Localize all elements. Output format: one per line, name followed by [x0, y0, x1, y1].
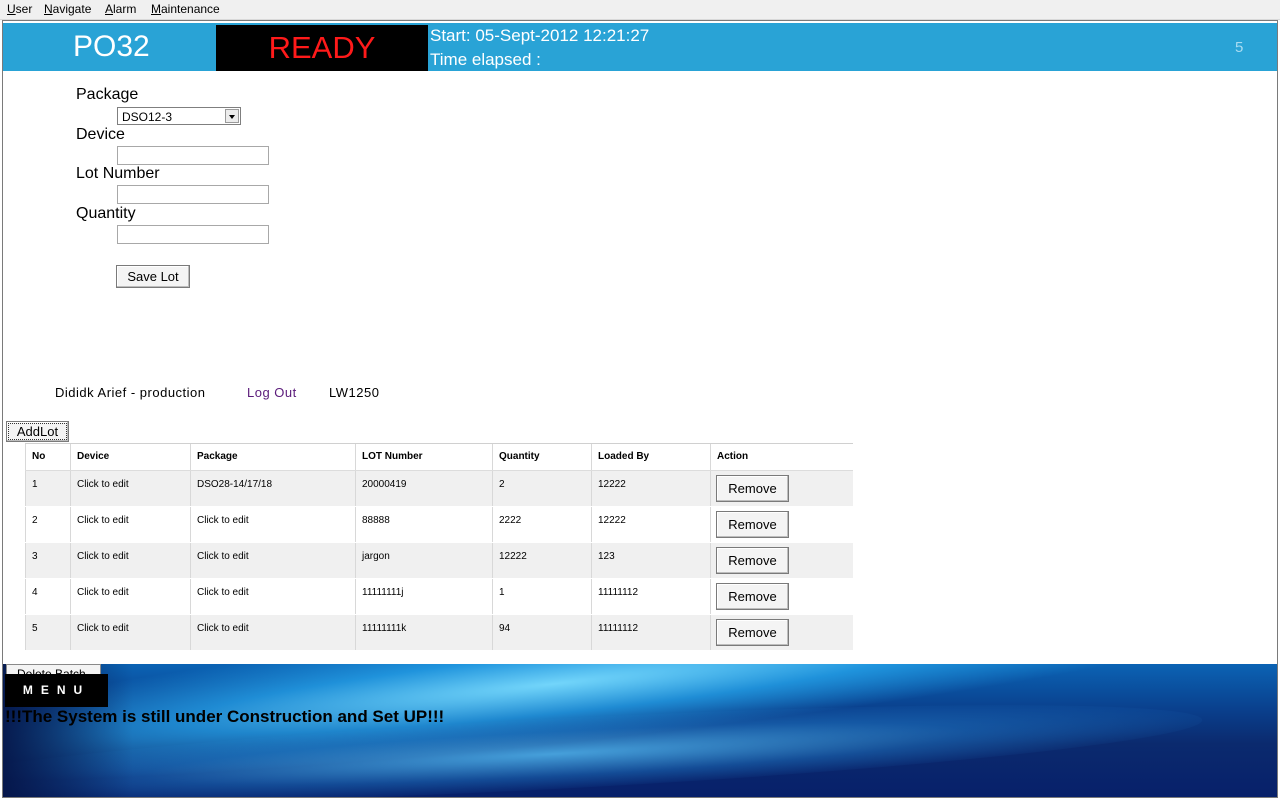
user-name: Dididk Arief - production: [55, 385, 206, 400]
remove-button[interactable]: Remove: [716, 619, 789, 646]
cell-lot-number[interactable]: jargon: [356, 543, 493, 578]
cell-no: 5: [25, 615, 71, 650]
header-cell: Package: [191, 444, 356, 470]
cell-device[interactable]: Click to edit: [71, 543, 191, 578]
menu-navigate[interactable]: Navigate: [44, 2, 91, 16]
table-row: 5 Click to edit Click to edit 11111111k …: [25, 615, 853, 651]
add-lot-button[interactable]: AddLot: [6, 421, 69, 442]
cell-device[interactable]: Click to edit: [71, 471, 191, 506]
header-cell: Loaded By: [592, 444, 711, 470]
cell-action: Remove: [711, 471, 853, 506]
cell-action: Remove: [711, 579, 853, 614]
main-window: PO32 READY Start: 05-Sept-2012 12:21:27 …: [2, 20, 1278, 798]
table-row: 2 Click to edit Click to edit 88888 2222…: [25, 507, 853, 543]
device-label: Device: [76, 126, 125, 143]
menu-maintenance[interactable]: Maintenance: [151, 2, 220, 16]
cell-quantity[interactable]: 1: [493, 579, 592, 614]
cell-no: 4: [25, 579, 71, 614]
cell-loaded-by: 11111112: [592, 579, 711, 614]
package-select-value: DSO12-3: [122, 110, 173, 124]
lot-number-label: Lot Number: [76, 165, 160, 182]
time-elapsed: Time elapsed :: [430, 50, 541, 69]
cell-package[interactable]: DSO28-14/17/18: [191, 471, 356, 506]
cell-loaded-by: 11111112: [592, 615, 711, 650]
cell-package[interactable]: Click to edit: [191, 615, 356, 650]
remove-button[interactable]: Remove: [716, 511, 789, 538]
header-cell: Quantity: [493, 444, 592, 470]
footer-banner: [3, 664, 1277, 797]
menu-alarm[interactable]: Alarm: [105, 2, 136, 16]
header-bar: PO32 READY Start: 05-Sept-2012 12:21:27 …: [3, 23, 1277, 71]
quantity-input[interactable]: [117, 225, 269, 244]
counter-value: 5: [1235, 39, 1244, 56]
table-row: 3 Click to edit Click to edit jargon 122…: [25, 543, 853, 579]
cell-quantity[interactable]: 94: [493, 615, 592, 650]
table-row: 4 Click to edit Click to edit 11111111j …: [25, 579, 853, 615]
cell-action: Remove: [711, 615, 853, 650]
header-cell: Device: [71, 444, 191, 470]
cell-device[interactable]: Click to edit: [71, 615, 191, 650]
table-header-row: No Device Package LOT Number Quantity Lo…: [25, 444, 853, 471]
status-text: READY: [268, 30, 376, 65]
menu-user[interactable]: User: [7, 2, 32, 16]
cell-loaded-by: 12222: [592, 507, 711, 542]
cell-lot-number[interactable]: 88888: [356, 507, 493, 542]
cell-no: 3: [25, 543, 71, 578]
cell-package[interactable]: Click to edit: [191, 543, 356, 578]
construction-notice: !!!The System is still under Constructio…: [5, 707, 445, 726]
start-time: Start: 05-Sept-2012 12:21:27: [430, 26, 650, 45]
cell-action: Remove: [711, 507, 853, 542]
station-id: PO32: [73, 30, 150, 63]
chevron-down-icon[interactable]: [225, 109, 239, 123]
cell-loaded-by: 12222: [592, 471, 711, 506]
logout-link[interactable]: Log Out: [247, 385, 297, 400]
cell-quantity[interactable]: 12222: [493, 543, 592, 578]
save-lot-button[interactable]: Save Lot: [116, 265, 190, 288]
header-cell: LOT Number: [356, 444, 493, 470]
status-panel: READY: [216, 25, 428, 71]
cell-no: 1: [25, 471, 71, 506]
menu-bar: User Navigate Alarm Maintenance: [0, 0, 1280, 20]
package-select[interactable]: DSO12-3: [117, 107, 241, 125]
cell-lot-number[interactable]: 11111111k: [356, 615, 493, 650]
cell-no: 2: [25, 507, 71, 542]
cell-quantity[interactable]: 2: [493, 471, 592, 506]
quantity-label: Quantity: [76, 205, 136, 222]
header-cell: No: [25, 444, 71, 470]
cell-action: Remove: [711, 543, 853, 578]
cell-device[interactable]: Click to edit: [71, 579, 191, 614]
cell-package[interactable]: Click to edit: [191, 579, 356, 614]
cell-lot-number[interactable]: 20000419: [356, 471, 493, 506]
cell-package[interactable]: Click to edit: [191, 507, 356, 542]
remove-button[interactable]: Remove: [716, 583, 789, 610]
table-row: 1 Click to edit DSO28-14/17/18 20000419 …: [25, 471, 853, 507]
package-label: Package: [76, 86, 139, 103]
menu-button[interactable]: MENU: [5, 674, 108, 707]
lot-table: No Device Package LOT Number Quantity Lo…: [25, 443, 853, 651]
cell-device[interactable]: Click to edit: [71, 507, 191, 542]
lot-number-input[interactable]: [117, 185, 269, 204]
machine-id: LW1250: [329, 385, 380, 400]
header-cell: Action: [717, 451, 749, 462]
cell-lot-number[interactable]: 11111111j: [356, 579, 493, 614]
cell-quantity[interactable]: 2222: [493, 507, 592, 542]
device-input[interactable]: [117, 146, 269, 165]
cell-loaded-by: 123: [592, 543, 711, 578]
remove-button[interactable]: Remove: [716, 547, 789, 574]
remove-button[interactable]: Remove: [716, 475, 789, 502]
